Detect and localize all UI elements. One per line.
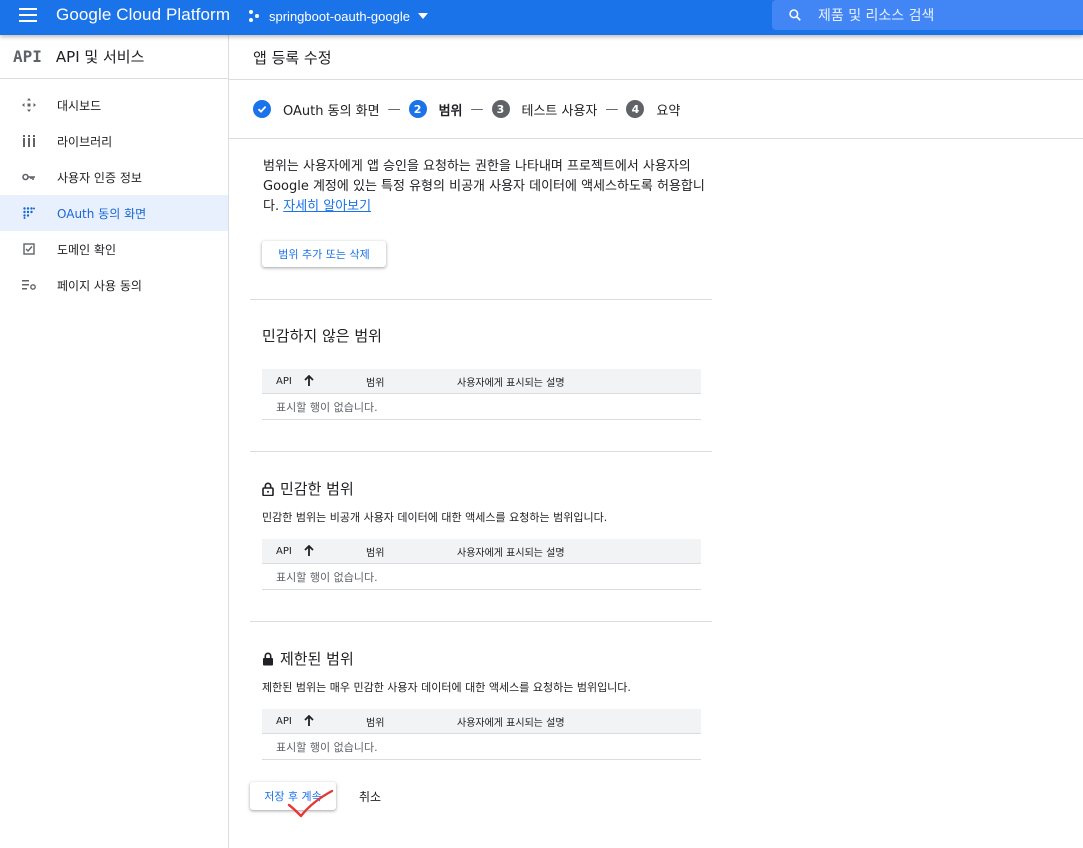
empty-row: 표시할 행이 없습니다. [262,394,701,420]
sidebar-item-label: 도메인 확인 [57,242,117,257]
divider [250,621,712,622]
step-label: 테스트 사용자 [521,103,598,119]
sidebar-item-dashboard[interactable]: 대시보드 [0,87,228,123]
step-oauth-consent[interactable]: OAuth 동의 화면 [253,100,380,119]
brand-title[interactable]: Google Cloud Platform [56,5,230,25]
project-dots-icon [249,9,263,23]
step-separator: — [387,101,401,117]
sidebar-header: API API 및 서비스 [0,35,228,79]
step-label: 범위 [438,103,463,119]
main-content: 앱 등록 수정 OAuth 동의 화면 — 2 범위 — 3 테스트 사용자 —… [229,35,1083,848]
project-name: springboot-oauth-google [269,8,410,24]
step-number: 4 [626,100,645,118]
table-header: API 범위 사용자에게 표시되는 설명 [262,369,701,394]
lock-icon [262,482,274,496]
section-title-text: 제한된 범위 [280,650,354,668]
learn-more-link[interactable]: 자세히 알아보기 [283,199,371,214]
table-header: API 범위 사용자에게 표시되는 설명 [262,539,701,564]
sidebar-item-label: 사용자 인증 정보 [57,170,142,185]
chevron-down-icon [417,13,428,19]
column-header-api[interactable]: API [262,545,366,557]
sidebar-title: API 및 서비스 [55,48,145,66]
sidebar-item-label: OAuth 동의 화면 [57,206,147,221]
check-circle-icon [253,100,271,118]
cancel-button[interactable]: 취소 [359,788,381,805]
dashboard-icon [20,96,38,114]
column-label: API [276,715,292,727]
library-icon [20,132,38,150]
section-description: 제한된 범위는 매우 민감한 사용자 데이터에 대한 액세스를 요청하는 범위입… [262,681,631,694]
step-separator: — [605,101,619,117]
search-icon [789,9,801,21]
top-app-bar: Google Cloud Platform springboot-oauth-g… [0,0,1083,35]
column-label: API [276,375,292,387]
add-remove-scopes-button[interactable]: 범위 추가 또는 삭제 [262,241,386,267]
column-header-scope: 범위 [366,547,385,559]
table-header: API 범위 사용자에게 표시되는 설명 [262,709,701,734]
section-title-text: 민감한 범위 [280,480,354,498]
api-logo: API [13,47,42,66]
project-selector[interactable]: springboot-oauth-google [249,6,428,26]
arrow-up-icon [304,715,314,726]
page-title: 앱 등록 수정 [229,35,1083,80]
column-header-description: 사용자에게 표시되는 설명 [457,377,565,389]
step-number: 3 [491,100,510,118]
scopes-table-non-sensitive: API 범위 사용자에게 표시되는 설명 표시할 행이 없습니다. [262,369,701,420]
search-input[interactable]: 제품 및 리소스 검색 [772,0,1083,30]
sidebar-item-oauth-consent[interactable]: OAuth 동의 화면 [0,195,228,231]
sidebar-item-label: 페이지 사용 동의 [57,278,142,293]
divider [250,299,712,300]
column-header-scope: 범위 [366,377,385,389]
stepper: OAuth 동의 화면 — 2 범위 — 3 테스트 사용자 — 4 요약 [229,80,1083,139]
sidebar-item-domain-verification[interactable]: 도메인 확인 [0,231,228,267]
intro-text: 범위는 사용자에게 앱 승인을 요청하는 권한을 나타내며 프로젝트에서 사용자… [263,157,713,217]
divider [250,451,712,452]
scopes-table-restricted: API 범위 사용자에게 표시되는 설명 표시할 행이 없습니다. [262,709,701,760]
step-label: OAuth 동의 화면 [283,103,380,119]
settings-list-icon [20,276,38,294]
empty-row: 표시할 행이 없습니다. [262,564,701,590]
column-header-description: 사용자에게 표시되는 설명 [457,717,565,729]
step-number: 2 [408,100,427,118]
checkbox-icon [20,240,38,258]
sidebar-item-credentials[interactable]: 사용자 인증 정보 [0,159,228,195]
sidebar-item-label: 라이브러리 [57,134,113,149]
column-header-scope: 범위 [366,717,385,729]
sidebar: API API 및 서비스 대시보드 라이브러리 사용자 인증 정보 OAuth… [0,35,229,848]
scopes-table-sensitive: API 범위 사용자에게 표시되는 설명 표시할 행이 없습니다. [262,539,701,590]
column-header-description: 사용자에게 표시되는 설명 [457,547,565,559]
sidebar-item-library[interactable]: 라이브러리 [0,123,228,159]
section-title: 제한된 범위 [262,648,354,669]
sidebar-item-label: 대시보드 [57,98,102,113]
menu-icon[interactable] [19,8,37,22]
section-title: 민감한 범위 [262,478,354,499]
column-header-api[interactable]: API [262,375,366,387]
section-title-text: 민감하지 않은 범위 [262,327,382,345]
column-header-api[interactable]: API [262,715,366,727]
step-label: 요약 [656,103,681,119]
key-icon [20,168,38,186]
column-label: API [276,545,292,557]
checkmark-annotation-icon [287,789,334,818]
step-scopes[interactable]: 2 범위 [408,100,463,119]
step-test-users[interactable]: 3 테스트 사용자 [491,100,598,119]
search-placeholder: 제품 및 리소스 검색 [818,8,935,24]
section-title: 민감하지 않은 범위 [262,325,382,346]
consent-dots-icon [20,204,38,222]
section-description: 민감한 범위는 비공개 사용자 데이터에 대한 액세스를 요청하는 범위입니다. [262,511,608,524]
step-separator: — [470,101,484,117]
arrow-up-icon [304,375,314,386]
lock-icon [263,652,273,665]
arrow-up-icon [304,545,314,556]
empty-row: 표시할 행이 없습니다. [262,734,701,760]
sidebar-item-page-usage-agreement[interactable]: 페이지 사용 동의 [0,267,228,303]
step-summary[interactable]: 4 요약 [626,100,680,119]
